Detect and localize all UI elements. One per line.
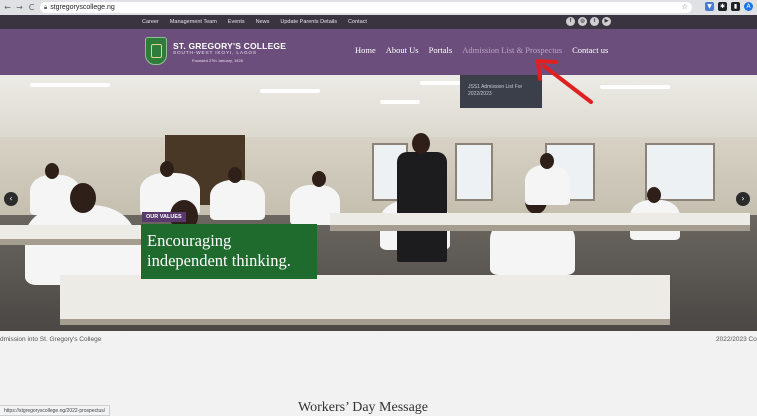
college-name[interactable]: ST. GREGORY'S COLLEGE: [173, 41, 286, 51]
browser-toolbar: ← → C 🔒︎ stgregoryscollege.ng ☆ ▼ ✱ ▮ A: [0, 0, 757, 15]
nav-item-contact-us[interactable]: Contact us: [572, 45, 608, 55]
lock-icon: 🔒︎: [44, 3, 48, 11]
nav-item-about-us[interactable]: About Us: [386, 45, 419, 55]
site-header: ST. GREGORY'S COLLEGE SOUTH-WEST IKOYI, …: [0, 29, 757, 75]
youtube-icon[interactable]: ▶: [602, 17, 611, 26]
ticker-text-left[interactable]: dmission into St. Gregory's College: [0, 336, 101, 343]
nav-item-home[interactable]: Home: [355, 45, 376, 55]
ticker-text-right[interactable]: 2022/2023 Co: [716, 336, 757, 343]
utility-link-news[interactable]: News: [256, 19, 270, 25]
admission-dropdown-menu: JSS1 Admission List For 2022/2023: [460, 75, 542, 108]
slider-prev-button[interactable]: ‹: [4, 192, 18, 206]
utility-link-contact[interactable]: Contact: [348, 19, 367, 25]
utility-bar: Career Management Team Events News Updat…: [0, 15, 757, 29]
utility-link-management-team[interactable]: Management Team: [170, 19, 217, 25]
reload-button[interactable]: C: [27, 3, 36, 12]
sidebar-icon[interactable]: ▮: [731, 2, 740, 11]
profile-avatar-icon[interactable]: A: [744, 2, 753, 11]
nav-item-portals[interactable]: Portals: [429, 45, 453, 55]
back-button[interactable]: ←: [3, 3, 12, 12]
extension-icons: ▼ ✱ ▮ A: [705, 2, 753, 11]
facebook-icon[interactable]: f: [566, 17, 575, 26]
utility-links: Career Management Team Events News Updat…: [142, 15, 367, 29]
main-nav: Home About Us Portals Admission List & P…: [355, 45, 608, 55]
hero-slider: ‹ › OUR VALUES Encouraging independent t…: [0, 75, 757, 331]
nav-item-admission-list[interactable]: Admission List & Prospectus: [462, 45, 562, 55]
utility-link-events[interactable]: Events: [228, 19, 245, 25]
college-founded: Founded 27th January, 1928: [192, 58, 243, 63]
slider-next-button[interactable]: ›: [736, 192, 750, 206]
values-caption-line2: independent thinking.: [147, 251, 291, 270]
utility-link-career[interactable]: Career: [142, 19, 159, 25]
instagram-icon[interactable]: ◎: [578, 17, 587, 26]
address-bar[interactable]: 🔒︎ stgregoryscollege.ng ☆: [40, 2, 692, 13]
puzzle-icon[interactable]: ✱: [718, 2, 727, 11]
forward-button[interactable]: →: [15, 3, 24, 12]
our-values-tag: OUR VALUES: [142, 212, 186, 222]
bookmark-star-icon[interactable]: ☆: [682, 3, 688, 11]
values-caption-line1: Encouraging: [147, 231, 232, 250]
status-bar-link-preview: https://stgregoryscollege.ng/2022-prospe…: [0, 405, 111, 416]
values-caption-box: Encouraging independent thinking.: [141, 224, 317, 279]
college-crest-logo[interactable]: [145, 37, 167, 65]
utility-link-update-parents[interactable]: Update Parents Details: [280, 19, 337, 25]
social-links: f ◎ t ▶: [566, 17, 611, 26]
twitter-icon[interactable]: t: [590, 17, 599, 26]
address-bar-url: stgregoryscollege.ng: [50, 4, 115, 11]
news-ticker: dmission into St. Gregory's College 2022…: [0, 331, 757, 349]
shield-extension-icon[interactable]: ▼: [705, 2, 714, 11]
hero-photo-teacher: [397, 152, 447, 262]
dropdown-item-jss1-admission-list[interactable]: JSS1 Admission List For 2022/2023: [468, 84, 536, 98]
section-title: Workers’ Day Message: [298, 400, 429, 415]
college-location: SOUTH-WEST IKOYI, LAGOS: [173, 51, 257, 56]
